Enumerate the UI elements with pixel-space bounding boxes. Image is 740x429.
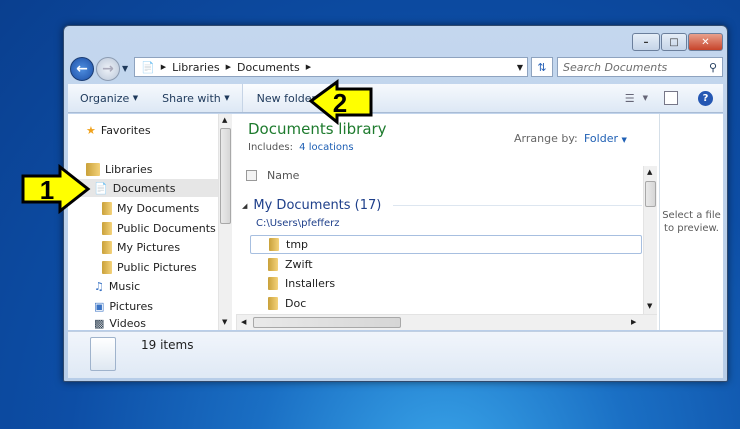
content-scroll-thumb[interactable] <box>645 181 656 207</box>
nav-my-pictures[interactable]: My Pictures <box>102 238 180 256</box>
folder-icon <box>102 221 112 235</box>
nav-videos[interactable]: ▩ Videos <box>94 316 146 330</box>
item-count: 19 items <box>141 338 194 352</box>
arrange-by-label: Arrange by: <box>514 132 578 145</box>
nav-music[interactable]: ♫ Music <box>94 277 140 295</box>
folder-icon <box>268 297 278 310</box>
nav-public-documents[interactable]: Public Documents <box>102 219 216 237</box>
collapse-icon[interactable]: ◢ <box>242 202 247 210</box>
star-icon: ★ <box>86 123 96 137</box>
nav-public-pictures[interactable]: Public Pictures <box>102 258 197 276</box>
folder-icon <box>102 240 112 254</box>
group-path[interactable]: C:\Users\pfefferz <box>256 218 340 229</box>
maximize-button[interactable]: □ <box>661 33 687 51</box>
arrange-by-dropdown[interactable]: Folder ▼ <box>584 132 627 145</box>
nav-my-documents[interactable]: My Documents <box>102 199 199 217</box>
address-bar[interactable]: 📄 ▶ Libraries ▶ Documents ▶ ▼ <box>134 57 528 77</box>
details-pane: 19 items <box>68 331 723 378</box>
navigation-pane: ★ Favorites Libraries 📄 Documents My Docum… <box>68 114 232 330</box>
nav-scroll-thumb[interactable] <box>220 128 231 224</box>
breadcrumb-libraries[interactable]: Libraries <box>172 61 220 74</box>
folder-icon <box>268 277 278 290</box>
documents-icon: 📄 <box>94 181 108 195</box>
back-button[interactable]: ← <box>70 57 94 81</box>
close-button[interactable]: ✕ <box>688 33 723 51</box>
folder-icon <box>102 201 112 215</box>
preview-message: Select a file to preview. <box>662 210 721 234</box>
videos-icon: ▩ <box>94 316 105 330</box>
view-options-icon[interactable]: ☰ ▼ <box>619 84 654 112</box>
horizontal-scrollbar[interactable]: ◀ ▶ <box>236 314 657 330</box>
includes-label: Includes: 4 locations <box>248 142 354 153</box>
annotation-arrow-1: 1 <box>21 164 91 214</box>
folder-icon <box>102 260 112 274</box>
minimize-button[interactable]: – <box>632 33 660 51</box>
library-document-icon <box>90 337 116 371</box>
preview-pane: Select a file to preview. <box>659 114 723 330</box>
horizontal-scroll-thumb[interactable] <box>253 317 401 328</box>
pictures-icon: ▣ <box>94 299 105 313</box>
search-input[interactable]: Search Documents ⚲ <box>557 57 723 77</box>
search-icon: ⚲ <box>708 60 717 74</box>
nav-favorites[interactable]: ★ Favorites <box>86 121 151 139</box>
nav-pictures[interactable]: ▣ Pictures <box>94 297 153 315</box>
help-icon[interactable]: ? <box>688 84 723 112</box>
search-placeholder: Search Documents <box>563 60 668 74</box>
group-title: My Documents (17) <box>253 198 382 213</box>
locations-link[interactable]: 4 locations <box>299 142 353 153</box>
library-icon: 📄 <box>141 60 155 74</box>
chevron-right-icon: ▶ <box>225 63 231 71</box>
preview-pane-toggle[interactable] <box>654 84 688 112</box>
forward-button[interactable]: → <box>96 57 120 81</box>
refresh-button[interactable]: ⇅ <box>531 57 553 77</box>
nav-scrollbar[interactable]: ▲ ▼ <box>218 114 232 330</box>
chevron-right-icon: ▶ <box>160 63 167 71</box>
annotation-arrow-2: 2 <box>308 79 373 125</box>
list-item[interactable]: tmp <box>250 235 642 254</box>
list-item[interactable]: Zwift <box>250 255 642 274</box>
address-dropdown-icon[interactable]: ▼ <box>517 63 523 72</box>
chevron-right-icon[interactable]: ▶ <box>306 63 311 71</box>
explorer-window: – □ ✕ ← → ▼ 📄 ▶ Libraries ▶ Documents ▶ … <box>63 25 728 382</box>
folder-icon <box>269 238 279 251</box>
share-with-button[interactable]: Share with ▼ <box>150 84 241 112</box>
command-bar: Organize ▼ Share with ▼ New folder ☰ ▼ ? <box>68 84 723 113</box>
organize-button[interactable]: Organize ▼ <box>68 84 150 112</box>
music-icon: ♫ <box>94 279 104 293</box>
group-header[interactable]: ◢ My Documents (17) <box>242 198 642 213</box>
annotation-label-1: 1 <box>40 175 54 205</box>
recent-pages-dropdown[interactable]: ▼ <box>122 64 128 73</box>
nav-libraries[interactable]: Libraries <box>86 160 153 178</box>
folder-icon <box>268 258 278 271</box>
annotation-label-2: 2 <box>333 88 347 118</box>
file-list-pane: Documents library Includes: 4 locations … <box>236 114 657 330</box>
select-all-checkbox[interactable] <box>246 169 257 181</box>
content-vertical-scrollbar[interactable]: ▲ ▼ <box>643 166 657 314</box>
column-header: Name <box>242 164 646 186</box>
list-item[interactable]: Doc <box>250 294 642 313</box>
breadcrumb-documents[interactable]: Documents <box>237 61 300 74</box>
list-item[interactable]: Installers <box>250 274 642 293</box>
name-column-header[interactable]: Name <box>267 169 299 182</box>
